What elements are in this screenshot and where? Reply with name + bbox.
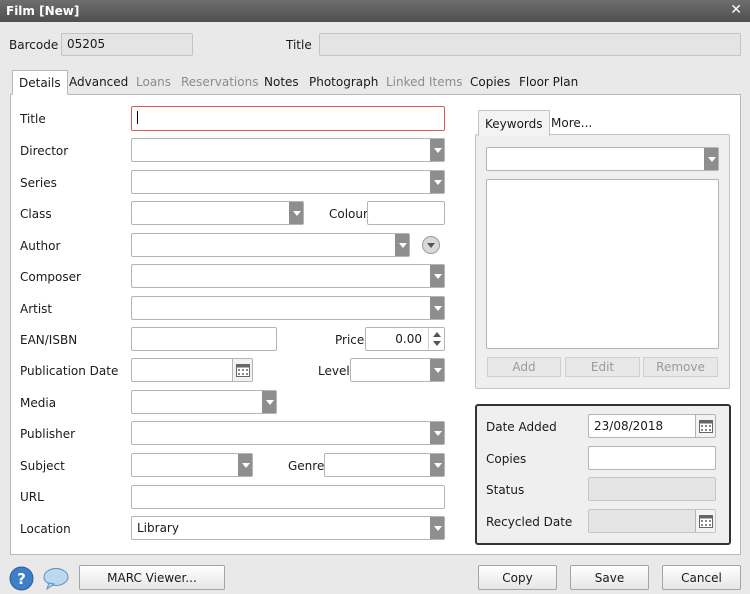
chevron-down-icon[interactable] — [395, 234, 409, 256]
location-label: Location — [20, 522, 71, 536]
close-icon[interactable]: ✕ — [730, 2, 742, 18]
author-dropdown-circle-icon[interactable] — [421, 235, 441, 255]
artist-combo[interactable] — [131, 296, 445, 320]
series-combo[interactable] — [131, 170, 445, 194]
save-button[interactable]: Save — [570, 565, 649, 590]
level-label: Level — [318, 364, 350, 378]
chevron-down-icon[interactable] — [238, 454, 252, 476]
chevron-down-icon[interactable] — [430, 454, 444, 476]
title-bar: Film [New] ✕ — [0, 0, 750, 22]
calendar-icon[interactable] — [232, 359, 252, 381]
date-added-label: Date Added — [486, 420, 557, 434]
recycled-date-field — [588, 509, 716, 533]
tab-advanced[interactable]: Advanced — [63, 70, 134, 95]
calendar-icon[interactable] — [695, 415, 715, 437]
genre-label: Genre — [288, 459, 325, 473]
remove-keyword-button[interactable]: Remove — [643, 357, 718, 377]
level-combo[interactable] — [350, 358, 445, 382]
pubdate-input[interactable] — [131, 358, 253, 382]
url-input[interactable] — [131, 485, 445, 509]
tab-keywords[interactable]: Keywords — [478, 110, 550, 136]
cancel-button[interactable]: Cancel — [662, 565, 741, 590]
subject-combo[interactable] — [131, 453, 253, 477]
price-stepper[interactable]: 0.00 — [365, 327, 445, 351]
tab-floor-plan[interactable]: Floor Plan — [513, 70, 584, 95]
copies-input[interactable] — [588, 446, 716, 470]
date-added-input[interactable]: 23/08/2018 — [588, 414, 716, 438]
tab-linked-items[interactable]: Linked Items — [380, 70, 469, 95]
chevron-down-icon[interactable] — [430, 297, 444, 319]
chevron-down-icon[interactable] — [430, 265, 444, 287]
chevron-down-icon[interactable] — [704, 148, 718, 170]
composer-label: Composer — [20, 270, 81, 284]
genre-combo[interactable] — [324, 453, 445, 477]
svg-text:?: ? — [17, 570, 26, 588]
header-title-label: Title — [286, 38, 312, 52]
window-title: Film [New] — [6, 4, 80, 18]
chat-bubble-icon[interactable] — [42, 567, 70, 591]
url-label: URL — [20, 490, 44, 504]
tab-reservations[interactable]: Reservations — [175, 70, 264, 95]
chevron-down-icon[interactable] — [430, 139, 444, 161]
status-label: Status — [486, 483, 525, 497]
keyword-list[interactable] — [486, 179, 719, 349]
author-label: Author — [20, 239, 61, 253]
tab-notes[interactable]: Notes — [258, 70, 305, 95]
keyword-combo[interactable] — [486, 147, 719, 171]
chevron-down-icon[interactable] — [430, 422, 444, 444]
barcode-field[interactable]: 05205 — [61, 33, 193, 56]
tab-more[interactable]: More... — [545, 110, 598, 136]
price-value: 0.00 — [395, 332, 422, 346]
location-value: Library — [137, 521, 179, 535]
composer-combo[interactable] — [131, 264, 445, 288]
status-field — [588, 477, 716, 501]
add-keyword-button[interactable]: Add — [487, 357, 561, 377]
chevron-down-icon[interactable] — [430, 171, 444, 193]
chevron-down-icon[interactable] — [430, 359, 444, 381]
price-label: Price — [335, 333, 365, 347]
marc-viewer-button[interactable]: MARC Viewer... — [79, 565, 225, 590]
header-title-field[interactable] — [319, 33, 741, 56]
calendar-icon — [695, 510, 715, 532]
tab-details[interactable]: Details — [12, 70, 68, 95]
chevron-down-icon[interactable] — [430, 517, 444, 539]
location-combo[interactable]: Library — [131, 516, 445, 540]
artist-label: Artist — [20, 302, 53, 316]
colour-label: Colour — [329, 207, 368, 221]
barcode-label: Barcode — [9, 38, 59, 52]
film-dialog: Film [New] ✕ Barcode 05205 Title Details… — [0, 0, 750, 594]
tab-photograph[interactable]: Photograph — [303, 70, 384, 95]
publisher-label: Publisher — [20, 427, 76, 441]
media-label: Media — [20, 396, 57, 410]
author-combo[interactable] — [131, 233, 410, 257]
title-label: Title — [20, 112, 46, 126]
ean-input[interactable] — [131, 327, 277, 351]
recycled-date-label: Recycled Date — [486, 515, 573, 529]
subject-label: Subject — [20, 459, 65, 473]
date-added-value: 23/08/2018 — [594, 419, 664, 433]
ean-label: EAN/ISBN — [20, 333, 78, 347]
copies-label: Copies — [486, 452, 527, 466]
copy-button[interactable]: Copy — [478, 565, 557, 590]
colour-input[interactable] — [367, 201, 445, 225]
director-combo[interactable] — [131, 138, 445, 162]
pubdate-label: Publication Date — [20, 364, 119, 378]
tab-copies[interactable]: Copies — [464, 70, 516, 95]
chevron-down-icon[interactable] — [289, 202, 303, 224]
spinner-icon[interactable] — [428, 328, 444, 350]
publisher-combo[interactable] — [131, 421, 445, 445]
edit-keyword-button[interactable]: Edit — [565, 357, 640, 377]
media-combo[interactable] — [131, 390, 277, 414]
class-label: Class — [20, 207, 52, 221]
director-label: Director — [20, 144, 69, 158]
chevron-down-icon[interactable] — [262, 391, 276, 413]
title-input[interactable] — [131, 106, 445, 131]
class-combo[interactable] — [131, 201, 304, 225]
series-label: Series — [20, 176, 57, 190]
help-icon[interactable]: ? — [9, 566, 34, 591]
tab-loans[interactable]: Loans — [130, 70, 177, 95]
